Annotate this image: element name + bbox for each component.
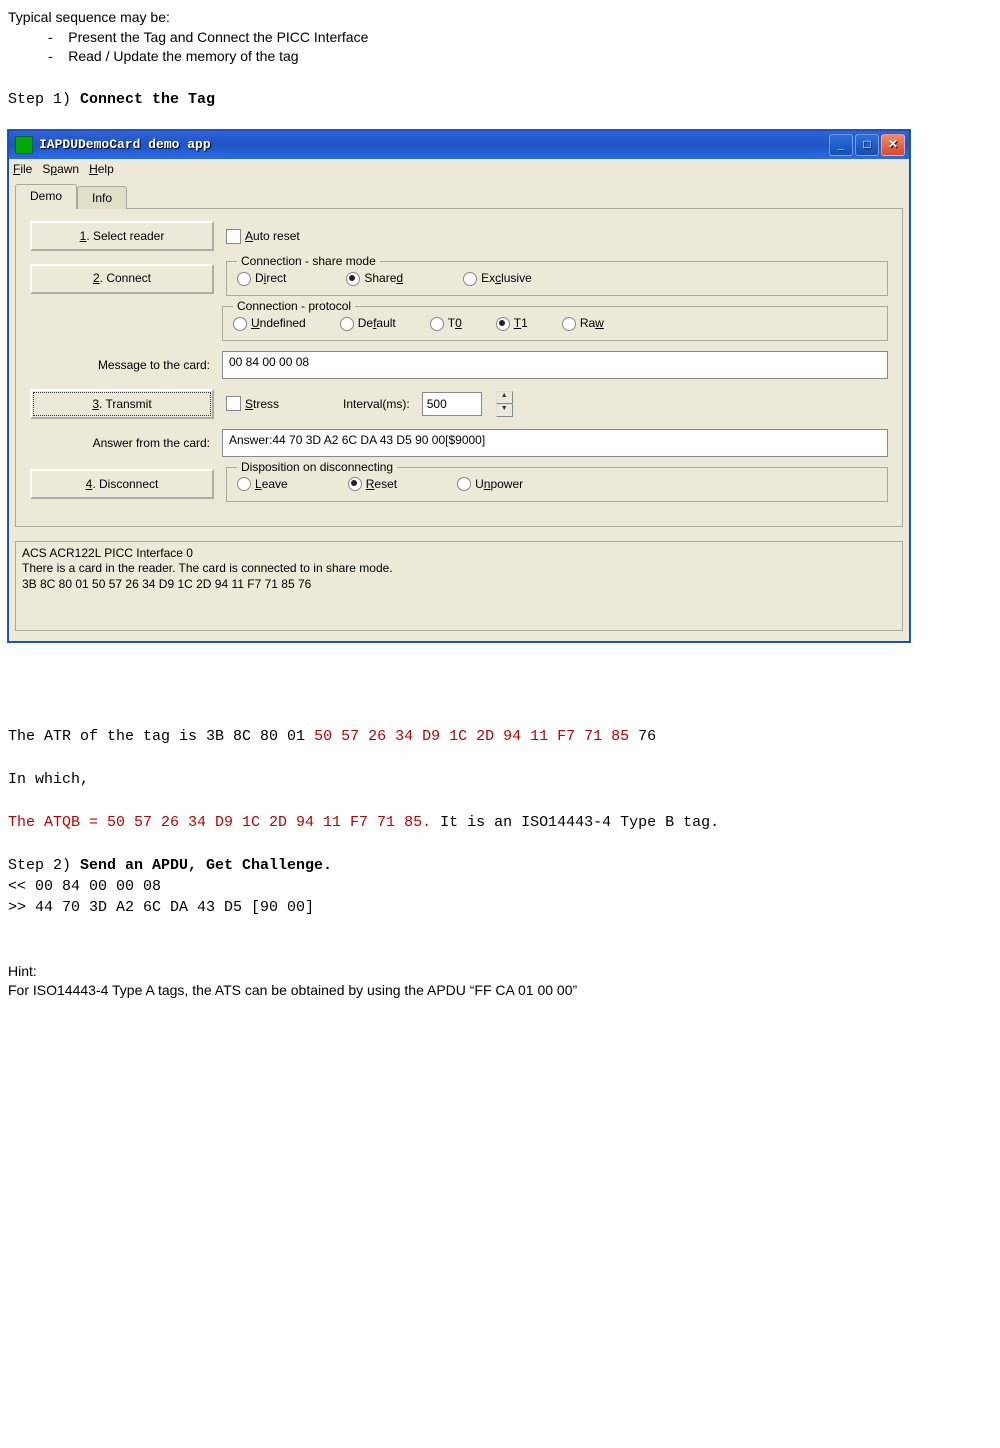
disconnect-button[interactable]: 4. Disconnect (30, 469, 214, 499)
disposition-legend: Disposition on disconnecting (237, 459, 397, 476)
step1-line: Step 1) Connect the Tag (8, 89, 992, 110)
menu-spawn[interactable]: Spawn (42, 161, 79, 178)
radio-unpower[interactable]: Unpower (457, 476, 523, 493)
atqb-suffix: It is an ISO14443-4 Type B tag. (431, 814, 719, 831)
maximize-button[interactable]: □ (855, 134, 879, 156)
close-button[interactable]: ✕ (881, 134, 905, 156)
menubar: File Spawn Help (9, 159, 909, 180)
answer-input[interactable]: Answer:44 70 3D A2 6C DA 43 D5 90 00[$90… (222, 429, 888, 457)
radio-exclusive[interactable]: Exclusive (463, 270, 532, 287)
atr-line: The ATR of the tag is 3B 8C 80 01 50 57 … (8, 726, 992, 747)
transmit-button[interactable]: 3. Transmit (30, 389, 214, 419)
stress-checkbox[interactable]: Stress (226, 396, 279, 413)
radio-leave[interactable]: Leave (237, 476, 288, 493)
step1-bold: Connect the Tag (80, 91, 215, 108)
minimize-button[interactable]: _ (829, 134, 853, 156)
answer-label: Answer from the card: (30, 435, 210, 452)
window-title: IAPDUDemoCard demo app (39, 136, 829, 154)
hint-text: For ISO14443-4 Type A tags, the ATS can … (8, 981, 992, 1001)
titlebar[interactable]: IAPDUDemoCard demo app _ □ ✕ (9, 131, 909, 159)
auto-reset-checkbox[interactable]: Auto reset (226, 228, 300, 245)
menu-help[interactable]: Help (89, 161, 114, 178)
bullet-text: Read / Update the memory of the tag (68, 48, 298, 64)
step2-bold: Send an APDU, Get Challenge. (80, 857, 332, 874)
atr-red: 50 57 26 34 D9 1C 2D 94 11 F7 71 85 (314, 728, 629, 745)
bullet-text: Present the Tag and Connect the PICC Int… (68, 29, 368, 45)
interval-input[interactable]: 500 (422, 392, 482, 416)
atqb-red: The ATQB = 50 57 26 34 D9 1C 2D 94 11 F7… (8, 814, 431, 831)
radio-shared[interactable]: Shared (346, 270, 403, 287)
menu-file[interactable]: File (13, 161, 32, 178)
radio-default[interactable]: Default (340, 315, 396, 332)
disposition-group: Disposition on disconnecting Leave Reset… (226, 467, 888, 502)
status-box: ACS ACR122L PICC Interface 0 There is a … (15, 541, 903, 631)
protocol-group: Connection - protocol Undefined Default … (222, 306, 888, 341)
status-line: ACS ACR122L PICC Interface 0 (22, 546, 896, 562)
atr-suffix: 76 (629, 728, 656, 745)
connect-button[interactable]: 2. Connect (30, 264, 214, 294)
share-mode-group: Connection - share mode Direct Shared Ex… (226, 261, 888, 296)
radio-undefined[interactable]: Undefined (233, 315, 306, 332)
bullet: - Read / Update the memory of the tag (48, 47, 992, 67)
radio-reset[interactable]: Reset (348, 476, 397, 493)
spin-up-icon[interactable]: ▲ (496, 391, 513, 404)
status-line: 3B 8C 80 01 50 57 26 34 D9 1C 2D 94 11 F… (22, 577, 896, 593)
interval-spin-buttons[interactable]: ▲ ▼ (496, 391, 513, 417)
msg-label: Message to the card: (30, 357, 210, 374)
app-window: IAPDUDemoCard demo app _ □ ✕ File Spawn … (8, 130, 910, 642)
atr-prefix: The ATR of the tag is 3B 8C 80 01 (8, 728, 314, 745)
app-icon (15, 136, 33, 154)
step2-line: Step 2) Send an APDU, Get Challenge. (8, 855, 992, 876)
tab-info[interactable]: Info (77, 186, 127, 210)
radio-raw[interactable]: Raw (562, 315, 604, 332)
radio-t0[interactable]: T0 (430, 315, 462, 332)
bullet: - Present the Tag and Connect the PICC I… (48, 28, 992, 48)
select-reader-button[interactable]: 1. Select reader (30, 221, 214, 251)
tab-demo[interactable]: Demo (15, 184, 77, 210)
spin-down-icon[interactable]: ▼ (496, 404, 513, 417)
protocol-legend: Connection - protocol (233, 298, 355, 315)
radio-t1[interactable]: T1 (496, 315, 528, 332)
apdu-sent: << 00 84 00 00 08 (8, 876, 992, 897)
apdu-recv: >> 44 70 3D A2 6C DA 43 D5 [90 00] (8, 897, 992, 918)
hint-label: Hint: (8, 962, 992, 982)
message-input[interactable]: 00 84 00 00 08 (222, 351, 888, 379)
step2-prefix: Step 2) (8, 857, 80, 874)
status-line: There is a card in the reader. The card … (22, 561, 896, 577)
interval-label: Interval(ms): (343, 396, 410, 413)
in-which: In which, (8, 769, 992, 790)
radio-direct[interactable]: Direct (237, 270, 286, 287)
intro-text: Typical sequence may be: (8, 8, 992, 28)
step1-prefix: Step 1) (8, 91, 80, 108)
demo-panel: 1. Select reader Auto reset 2. Connect C… (15, 208, 903, 526)
atqb-line: The ATQB = 50 57 26 34 D9 1C 2D 94 11 F7… (8, 812, 992, 833)
share-mode-legend: Connection - share mode (237, 253, 380, 270)
